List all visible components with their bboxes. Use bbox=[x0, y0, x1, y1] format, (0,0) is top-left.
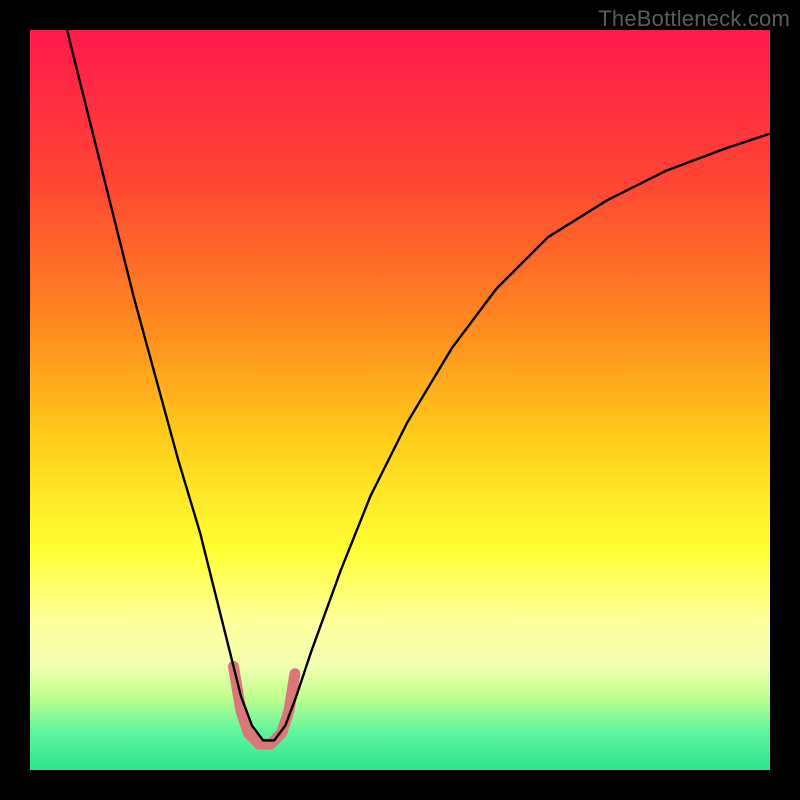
gradient-background bbox=[30, 30, 770, 770]
watermark-text: TheBottleneck.com bbox=[598, 6, 790, 32]
plot-area bbox=[30, 30, 770, 770]
chart-frame: TheBottleneck.com bbox=[0, 0, 800, 800]
bottleneck-chart bbox=[30, 30, 770, 770]
